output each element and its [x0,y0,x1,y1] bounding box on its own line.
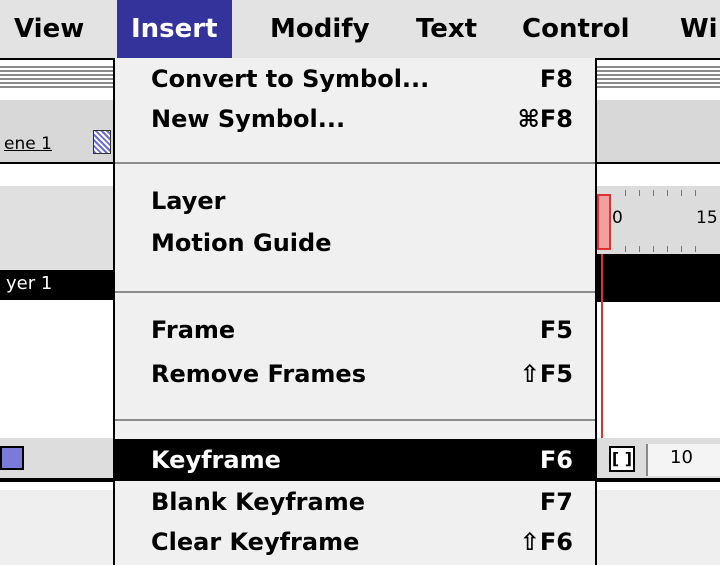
scene-tab[interactable]: ene 1 [4,134,52,154]
add-layer-icon[interactable] [0,446,24,470]
menu-item-shortcut: F6 [539,446,573,474]
menu-separator [115,291,595,293]
menu-window[interactable]: Wi [676,0,720,58]
menu-item-label: Layer [151,187,226,215]
menu-item-shortcut: ⇧F5 [519,360,573,388]
window-title-stripes [0,64,113,88]
playhead-line [601,254,603,440]
window-title-stripes-right [597,64,720,88]
menu-item-shortcut: F8 [539,65,573,93]
menu-item-layer[interactable]: Layer [115,180,595,222]
menu-view[interactable]: View [6,0,92,58]
menu-item-remove-frames[interactable]: Remove Frames ⇧F5 [115,353,595,395]
lower-window-bg-left [0,490,113,565]
menu-item-keyframe[interactable]: Keyframe F6 [115,439,595,481]
menu-item-label: Motion Guide [151,229,332,257]
menu-item-shortcut: F7 [539,488,573,516]
menu-control[interactable]: Control [518,0,633,58]
center-frame-icon[interactable]: [ ] [609,446,635,472]
divider-right [597,162,720,164]
ruler-label-0: 0 [612,208,623,228]
timeline-header-left [0,186,113,270]
menu-bar: View Insert Modify Text Control Wi [0,0,720,60]
menu-item-label: Keyframe [151,446,281,474]
menu-item-shortcut: ⇧F6 [519,528,573,556]
menu-separator [115,162,595,164]
toolbar-right [597,100,720,162]
menu-item-label: Convert to Symbol... [151,65,430,93]
menu-modify[interactable]: Modify [266,0,374,58]
footer-line-right [597,478,720,482]
playhead-marker[interactable] [597,194,611,250]
menu-item-label: Blank Keyframe [151,488,365,516]
ruler-label-15: 15 [696,208,718,228]
menu-item-clear-keyframe[interactable]: Clear Keyframe ⇧F6 [115,521,595,563]
menu-item-new-symbol[interactable]: New Symbol... ⌘F8 [115,98,595,140]
menu-item-label: Remove Frames [151,360,366,388]
layer-frames-row[interactable] [597,254,720,302]
menu-item-label: Clear Keyframe [151,528,360,556]
divider [0,162,113,164]
menu-text[interactable]: Text [412,0,481,58]
menu-item-label: New Symbol... [151,105,346,133]
menu-item-shortcut: F5 [539,316,573,344]
frame-number: 10 [670,447,693,468]
menu-item-shortcut: ⌘F8 [517,105,573,133]
menu-item-frame[interactable]: Frame F5 [115,309,595,351]
lower-window-bg-right [597,490,720,565]
menu-item-blank-keyframe[interactable]: Blank Keyframe F7 [115,481,595,523]
menu-separator [115,419,595,421]
footer-line-left [0,478,113,482]
layer-name: yer 1 [6,273,53,294]
scene-icon [93,130,111,154]
menu-item-motion-guide[interactable]: Motion Guide [115,222,595,264]
insert-menu-dropdown: Convert to Symbol... F8 New Symbol... ⌘F… [113,58,597,565]
menu-item-convert-to-symbol[interactable]: Convert to Symbol... F8 [115,58,595,100]
menu-insert[interactable]: Insert [117,0,232,58]
menu-item-label: Frame [151,316,236,344]
